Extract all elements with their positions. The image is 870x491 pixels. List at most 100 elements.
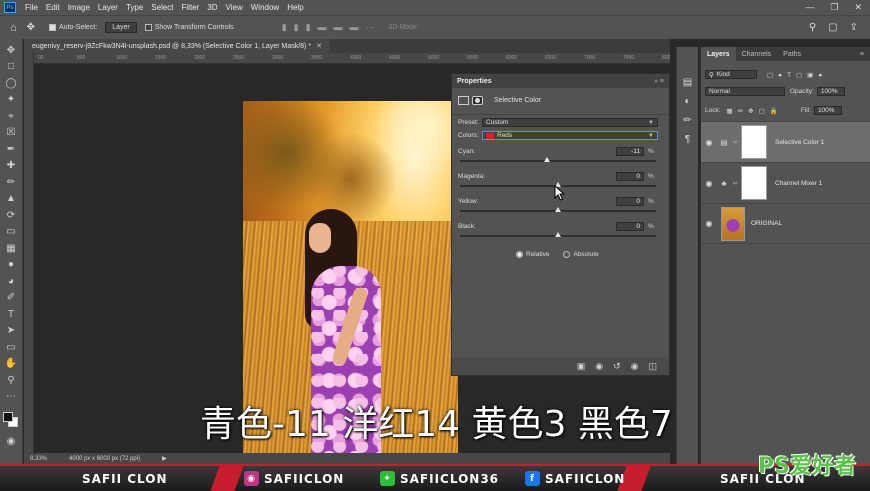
layer-row-channel-mixer[interactable]: ◉ ♣ ∞ Channel Mixer 1 [701, 162, 870, 203]
path-select-icon[interactable]: ➤ [4, 324, 18, 338]
clone-stamp-icon[interactable]: ▲ [4, 192, 18, 206]
more-options-icon[interactable]: ⋯ [366, 22, 375, 33]
color-swatches[interactable] [3, 412, 19, 428]
menu-image[interactable]: Image [64, 3, 94, 12]
align-middle-icon[interactable]: ▬ [334, 22, 343, 33]
trash-icon[interactable]: ◫ [648, 361, 657, 372]
close-tab-icon[interactable]: ✕ [316, 42, 322, 50]
eye-icon[interactable]: ◉ [701, 179, 717, 188]
lock-icons[interactable]: ▦✏✥▢🔒 [727, 107, 783, 115]
slider-value-field[interactable]: 0 [616, 172, 644, 181]
menu-filter[interactable]: Filter [178, 3, 204, 12]
align-center-icon[interactable]: ▮ [294, 22, 299, 33]
auto-select-dropdown[interactable]: Layer [105, 22, 137, 33]
slider-value-field[interactable]: -11 [616, 147, 644, 156]
lasso-icon[interactable]: ◯ [4, 76, 18, 90]
share-icon[interactable]: ⇪ [850, 22, 858, 33]
menu-window[interactable]: Window [247, 3, 283, 12]
eyedropper-icon[interactable]: ✒ [4, 142, 18, 156]
slider-thumb[interactable] [555, 232, 561, 237]
hand-icon[interactable]: ✋ [4, 357, 18, 371]
colors-dropdown[interactable]: Reds ▼ [482, 131, 658, 140]
pen-icon[interactable]: ✐ [4, 291, 18, 305]
gradient-icon[interactable]: ▦ [4, 241, 18, 255]
search-icon[interactable]: ⚲ [809, 22, 816, 33]
zoom-icon[interactable]: ⚲ [4, 373, 18, 387]
panel-menu-icon[interactable]: ≡ [860, 47, 870, 61]
tab-layers[interactable]: Layers [701, 47, 736, 61]
slider-value-field[interactable]: 0 [616, 222, 644, 231]
reset-icon[interactable]: ↺ [613, 361, 621, 372]
slider-thumb[interactable] [555, 207, 561, 212]
tab-paths[interactable]: Paths [777, 47, 807, 61]
quick-mask-icon[interactable]: ◉ [4, 434, 18, 448]
preset-dropdown[interactable]: Custom ▼ [482, 118, 658, 127]
frame-icon[interactable]: ☒ [4, 126, 18, 140]
layer-mask-thumbnail[interactable] [741, 166, 767, 200]
align-bottom-icon[interactable]: ▬ [350, 22, 359, 33]
menu-type[interactable]: Type [122, 3, 147, 12]
menu-layer[interactable]: Layer [94, 3, 122, 12]
workspace-icon[interactable]: ▢ [828, 22, 837, 33]
close-icon[interactable]: ✕ [854, 2, 862, 13]
rectangle-icon[interactable]: ▭ [4, 340, 18, 354]
visibility-icon[interactable]: ◉ [631, 361, 639, 372]
layer-row-selective-color[interactable]: ◉ ▤ ∞ Selective Color 1 [701, 121, 870, 162]
more-tools-icon[interactable]: ⋯ [4, 390, 18, 404]
quick-select-icon[interactable]: ✦ [4, 93, 18, 107]
history-brush-icon[interactable]: ⟳ [4, 208, 18, 222]
menu-file[interactable]: File [21, 3, 42, 12]
slider-value-field[interactable]: 0 [616, 197, 644, 206]
align-left-icon[interactable]: ▮ [282, 22, 287, 33]
link-icon[interactable]: ∞ [731, 180, 739, 187]
layer-mask-thumbnail[interactable] [741, 125, 767, 159]
menu-3d[interactable]: 3D [203, 3, 221, 12]
zoom-level[interactable]: 8,33% [30, 456, 47, 462]
kind-filter-dropdown[interactable]: ⚲ Kind [705, 70, 757, 79]
home-icon[interactable]: ⌂ [10, 22, 17, 34]
adjustments-panel-icon[interactable]: ◐ [684, 96, 690, 107]
restore-icon[interactable]: ❐ [830, 2, 838, 13]
color-panel-icon[interactable]: ▤ [683, 77, 692, 88]
layer-mask-icon[interactable] [472, 96, 483, 105]
align-right-icon[interactable]: ▮ [306, 22, 311, 33]
menu-help[interactable]: Help [283, 3, 307, 12]
show-transform-checkbox[interactable] [144, 24, 152, 31]
link-icon[interactable]: ∞ [731, 139, 739, 146]
crop-icon[interactable]: ⌖ [4, 109, 18, 123]
eraser-icon[interactable]: ▭ [4, 225, 18, 239]
status-arrow-icon[interactable]: ▶ [162, 455, 167, 462]
menu-view[interactable]: View [222, 3, 247, 12]
relative-radio[interactable] [516, 251, 523, 258]
filter-icons[interactable]: ▢●T▢▣● [767, 71, 827, 79]
blur-icon[interactable]: ● [4, 258, 18, 272]
relative-option[interactable]: Relative [516, 251, 549, 258]
auto-select-checkbox[interactable] [49, 24, 57, 31]
tab-channels[interactable]: Channels [736, 47, 778, 61]
layer-row-original[interactable]: ◉ ORIGINAL [701, 203, 870, 244]
slider-track[interactable] [460, 160, 656, 162]
view-previous-icon[interactable]: ◉ [595, 361, 603, 372]
move-tool-icon[interactable]: ✥ [27, 22, 35, 33]
move-icon[interactable]: ✥ [4, 43, 18, 57]
slider-thumb[interactable] [544, 157, 551, 162]
menu-edit[interactable]: Edit [42, 3, 64, 12]
brush-icon[interactable]: ✏ [4, 175, 18, 189]
align-top-icon[interactable]: ▬ [318, 22, 327, 33]
eye-icon[interactable]: ◉ [701, 138, 717, 147]
blend-mode-dropdown[interactable]: Normal [705, 87, 785, 96]
panel-menu-icon[interactable]: » ≡ [654, 78, 664, 85]
eye-icon[interactable]: ◉ [701, 219, 717, 228]
dodge-icon[interactable]: ◕ [4, 274, 18, 288]
layer-thumbnail[interactable] [721, 206, 745, 241]
absolute-radio[interactable] [563, 251, 571, 258]
marquee-icon[interactable]: □ [4, 60, 18, 74]
document-tab[interactable]: eugenivy_reserv-j9ZcFkw3N4I-unsplash.psd… [24, 39, 330, 53]
menu-select[interactable]: Select [147, 3, 177, 12]
adjustment-layer-icon[interactable] [458, 96, 469, 105]
healing-brush-icon[interactable]: ✚ [4, 159, 18, 173]
type-icon[interactable]: T [4, 307, 18, 321]
paragraph-panel-icon[interactable]: ¶ [685, 134, 690, 145]
minimize-icon[interactable]: — [805, 2, 814, 13]
opacity-field[interactable]: 100% [816, 87, 845, 96]
